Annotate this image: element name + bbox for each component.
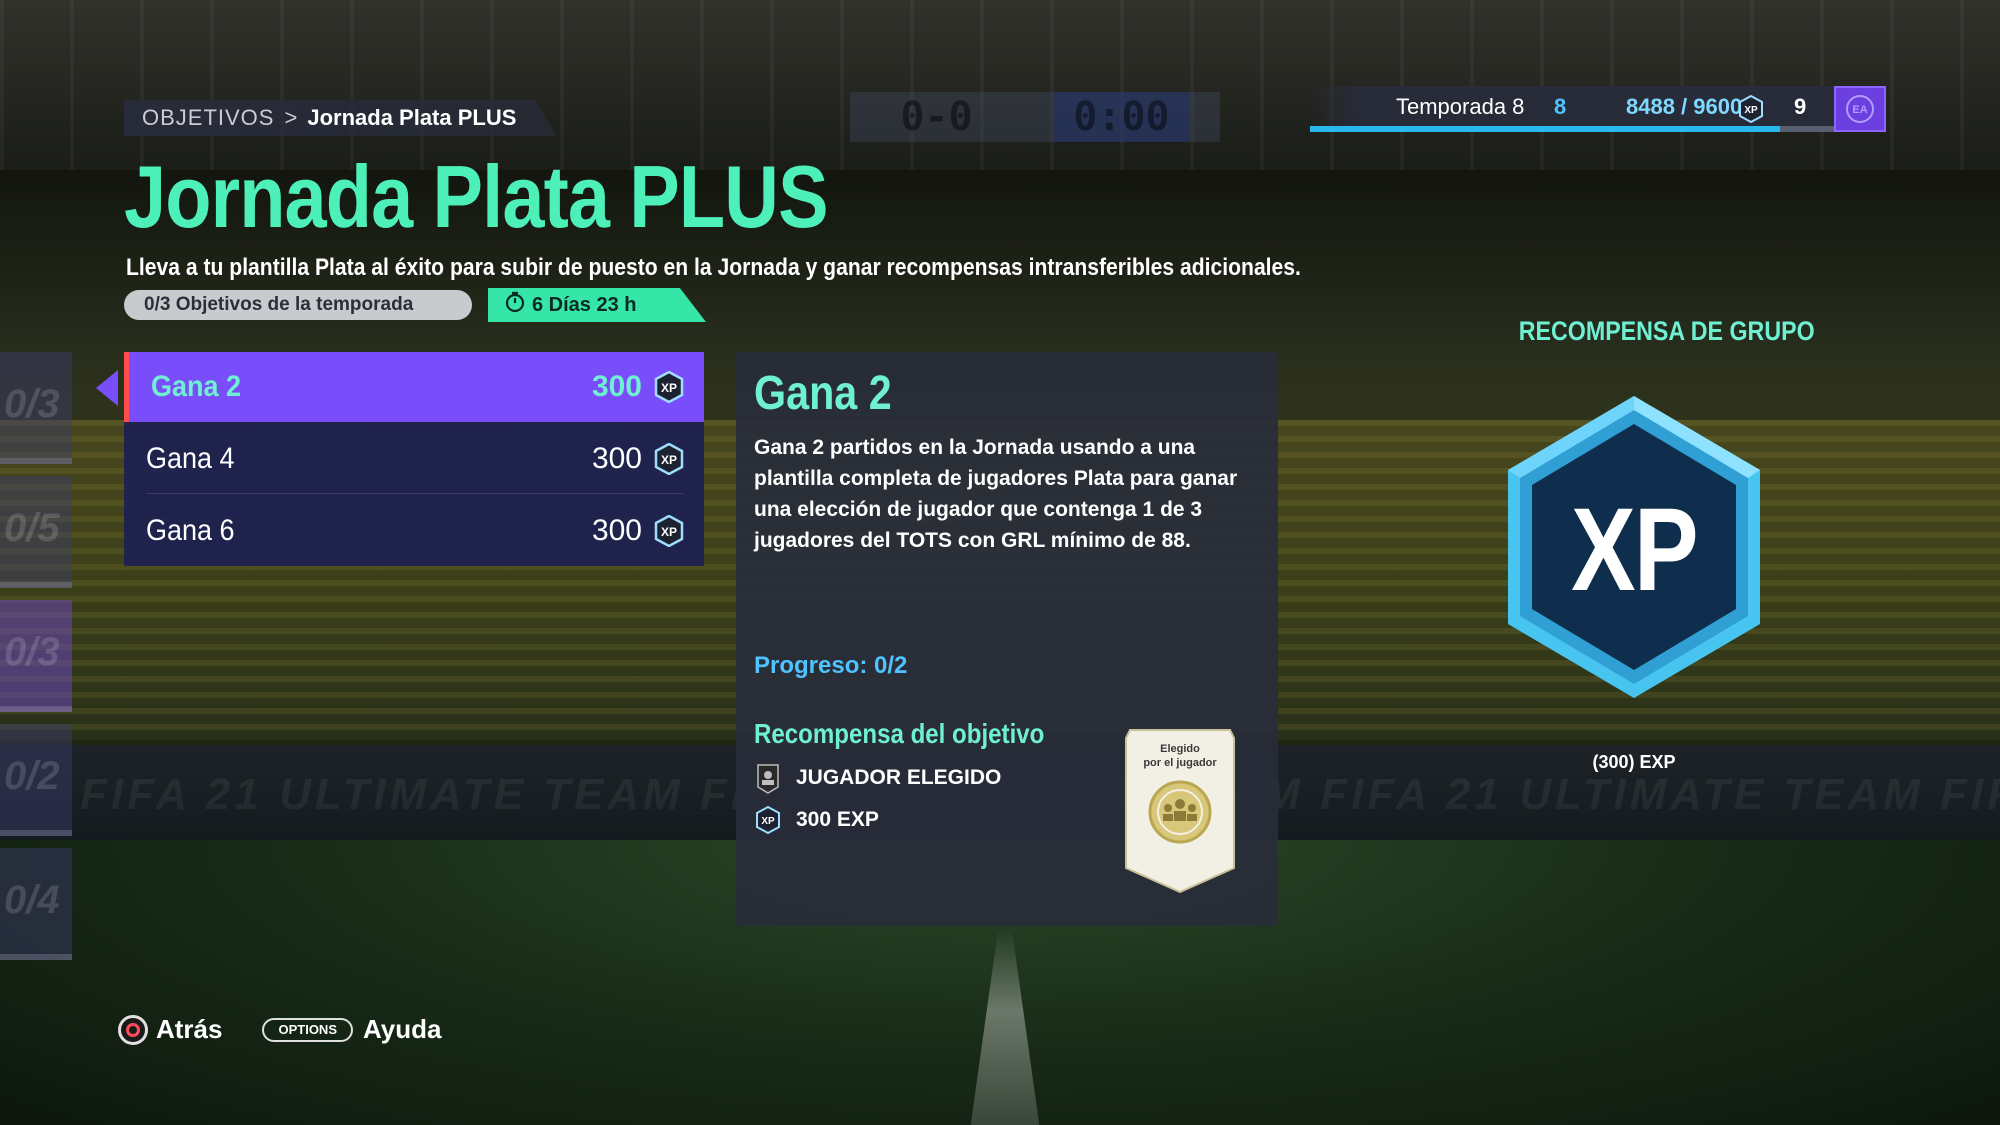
svg-text:XP: XP: [661, 453, 677, 467]
xp-icon: XP: [1738, 94, 1764, 128]
objective-item-gana-2[interactable]: Gana 2 300 XP: [124, 352, 704, 422]
season-next-level: 9: [1794, 94, 1807, 119]
clock-icon: [504, 291, 526, 319]
breadcrumb-root[interactable]: OBJETIVOS: [142, 105, 274, 131]
detail-description: Gana 2 partidos en la Jornada usando a u…: [754, 436, 1238, 552]
xp-icon: XP: [654, 515, 684, 547]
objective-xp: 300: [591, 442, 642, 475]
reward-item-xp: XP 300 EXP: [754, 804, 879, 836]
side-card[interactable]: 0/3: [0, 352, 72, 464]
circle-button-icon[interactable]: [118, 1014, 148, 1045]
objectives-list: Gana 2 300 XP Gana 4 300 XP Gana 6 300 X…: [124, 352, 704, 566]
season-label: Temporada 8: [1396, 94, 1525, 119]
objective-item-gana-4[interactable]: Gana 4 300 XP: [124, 424, 704, 494]
player-pick-card: Elegido por el jugador: [1124, 728, 1236, 894]
scoreboard-time: 0:00: [1053, 92, 1190, 142]
side-card[interactable]: 0/3: [0, 600, 72, 712]
objective-detail-panel: Gana 2 Gana 2 partidos en la Jornada usa…: [736, 352, 1278, 926]
xp-icon: XP: [754, 804, 782, 836]
season-xp-track: [1310, 126, 1842, 132]
season-current-level: 8: [1554, 94, 1567, 119]
season-xp-fill: [1310, 126, 1781, 132]
svg-text:EA: EA: [1852, 104, 1867, 116]
player-pick-icon: [754, 762, 782, 794]
objective-name: Gana 4: [146, 442, 235, 475]
ea-logo-icon: EA: [1834, 86, 1886, 132]
time-remaining-badge: 6 Días 23 h: [488, 288, 706, 322]
back-button-label[interactable]: Atrás: [156, 1014, 222, 1045]
xp-badge-text: XP: [1571, 484, 1698, 616]
breadcrumb: OBJETIVOS > Jornada Plata PLUS: [124, 100, 557, 136]
svg-text:XP: XP: [661, 381, 677, 395]
side-card[interactable]: 0/2: [0, 724, 72, 836]
objective-xp: 300: [591, 514, 642, 547]
svg-text:XP: XP: [761, 816, 775, 827]
options-button-icon[interactable]: OPTIONS: [262, 1017, 353, 1042]
selection-arrow-icon: [96, 370, 118, 406]
svg-text:XP: XP: [1744, 105, 1758, 116]
season-objectives-count: 0/3 Objetivos de la temporada: [124, 290, 472, 320]
objective-xp: 300: [591, 370, 642, 403]
objective-item-gana-6[interactable]: Gana 6 300 XP: [124, 496, 704, 566]
group-reward-title: RECOMPENSA DE GRUPO: [1518, 316, 1815, 346]
xp-icon: XP: [654, 443, 684, 475]
breadcrumb-chevron-icon: >: [284, 105, 298, 130]
scoreboard-score: 0-0: [900, 94, 973, 140]
time-remaining-text: 6 Días 23 h: [532, 293, 637, 316]
help-button-label[interactable]: Ayuda: [363, 1014, 442, 1045]
page-subtitle: Lleva a tu plantilla Plata al éxito para…: [126, 254, 1301, 281]
svg-text:XP: XP: [661, 525, 677, 539]
objective-name: Gana 2: [151, 370, 242, 403]
reward-item-player-pick: JUGADOR ELEGIDO: [754, 762, 1001, 794]
stadium-roof: [0, 0, 2000, 170]
stadium-scoreboard: 0-0 0:00: [850, 92, 1220, 142]
footer-controls: Atrás OPTIONS Ayuda: [118, 1014, 482, 1045]
season-xp-progress: 8488 / 9600: [1626, 94, 1743, 119]
group-reward-caption: (300) EXP: [1592, 752, 1676, 772]
xp-badge-icon: XP: [1500, 392, 1768, 702]
side-card[interactable]: 0/4: [0, 848, 72, 960]
breadcrumb-current: Jornada Plata PLUS: [307, 105, 517, 130]
side-group-cards: 0/3 0/5 0/3 0/2 0/4: [0, 352, 72, 972]
reward-label: JUGADOR ELEGIDO: [796, 766, 1002, 789]
side-card[interactable]: 0/5: [0, 476, 72, 588]
season-progress-bar: Temporada 8 8 8488 / 9600 XP 9 EA: [1310, 86, 1886, 132]
detail-progress: Progreso: 0/2: [754, 652, 908, 679]
player-pick-card-text: Elegido por el jugador: [1143, 743, 1217, 769]
detail-title: Gana 2: [754, 367, 892, 420]
reward-section-title: Recompensa del objetivo: [754, 718, 1045, 749]
row-divider: [146, 493, 684, 494]
page-title: Jornada Plata PLUS: [124, 147, 829, 246]
xp-icon: XP: [654, 371, 684, 403]
objective-name: Gana 6: [146, 514, 235, 547]
reward-label: 300 EXP: [796, 808, 879, 831]
